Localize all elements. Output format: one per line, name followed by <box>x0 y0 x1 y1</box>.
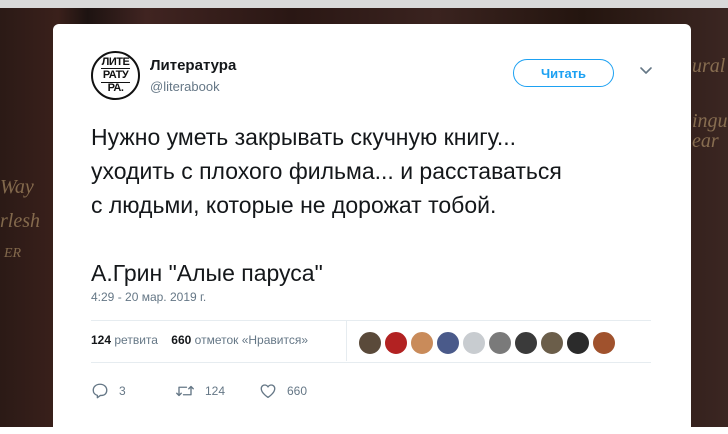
tweet-header: ЛИТЕ РАТУ РА. Литература @literabook Чит… <box>91 51 655 101</box>
liker-avatar[interactable] <box>410 331 434 355</box>
liker-avatar[interactable] <box>384 331 408 355</box>
retweet-icon <box>176 385 194 397</box>
avatar-text: РА. <box>107 82 124 94</box>
background-text: ear <box>692 130 719 152</box>
divider <box>346 321 347 361</box>
divider <box>91 320 651 321</box>
heart-icon <box>260 384 276 399</box>
liker-avatar[interactable] <box>540 331 564 355</box>
retweets-label[interactable]: ретвита <box>114 333 158 347</box>
tweet-text-line: уходить с плохого фильма... и расставать… <box>91 158 562 184</box>
account-name[interactable]: Литература <box>150 57 236 74</box>
likes-count[interactable]: 660 <box>171 333 191 347</box>
liker-avatar[interactable] <box>566 331 590 355</box>
liker-avatar[interactable] <box>488 331 512 355</box>
tweet-timestamp[interactable]: 4:29 - 20 мар. 2019 г. <box>91 290 206 304</box>
liker-avatar[interactable] <box>436 331 460 355</box>
divider <box>91 362 651 363</box>
tweet-text-line: Нужно уметь закрывать скучную книгу... <box>91 124 517 150</box>
tweet-text-line: с людьми, которые не дорожат тобой. <box>91 192 497 218</box>
top-strip <box>0 0 728 8</box>
liker-avatar[interactable] <box>358 331 382 355</box>
account-handle[interactable]: @literabook <box>150 79 220 94</box>
avatar[interactable]: ЛИТЕ РАТУ РА. <box>91 51 140 100</box>
follow-button[interactable]: Читать <box>513 59 614 87</box>
avatar-text: ЛИТЕ <box>101 56 130 68</box>
retweet-button[interactable]: 124 <box>175 382 225 400</box>
like-button[interactable]: 660 <box>259 382 307 400</box>
reply-count: 3 <box>119 384 126 398</box>
tweet-text: Нужно уметь закрывать скучную книгу... у… <box>91 120 671 290</box>
background-text: ER <box>4 246 22 261</box>
background-text: ural <box>692 55 726 77</box>
background-text: Way <box>0 176 34 198</box>
background-text: rlesh <box>0 210 40 232</box>
retweets-count[interactable]: 124 <box>91 333 111 347</box>
tweet-stats: 124 ретвита 660 отметок «Нравится» <box>91 333 308 347</box>
like-count: 660 <box>287 384 308 398</box>
liker-avatar[interactable] <box>514 331 538 355</box>
tweet-text-line <box>91 222 671 256</box>
reply-button[interactable]: 3 <box>91 382 126 400</box>
retweet-count: 124 <box>205 384 226 398</box>
tweet-card: ЛИТЕ РАТУ РА. Литература @literabook Чит… <box>53 24 691 434</box>
chevron-down-icon[interactable] <box>638 63 654 79</box>
avatar-text: РАТУ <box>100 68 131 83</box>
tweet-text-line: А.Грин "Алые паруса" <box>91 260 323 286</box>
liker-avatar[interactable] <box>462 331 486 355</box>
liker-avatar[interactable] <box>592 331 616 355</box>
likes-label[interactable]: отметок «Нравится» <box>195 333 308 347</box>
reply-icon <box>92 383 108 399</box>
